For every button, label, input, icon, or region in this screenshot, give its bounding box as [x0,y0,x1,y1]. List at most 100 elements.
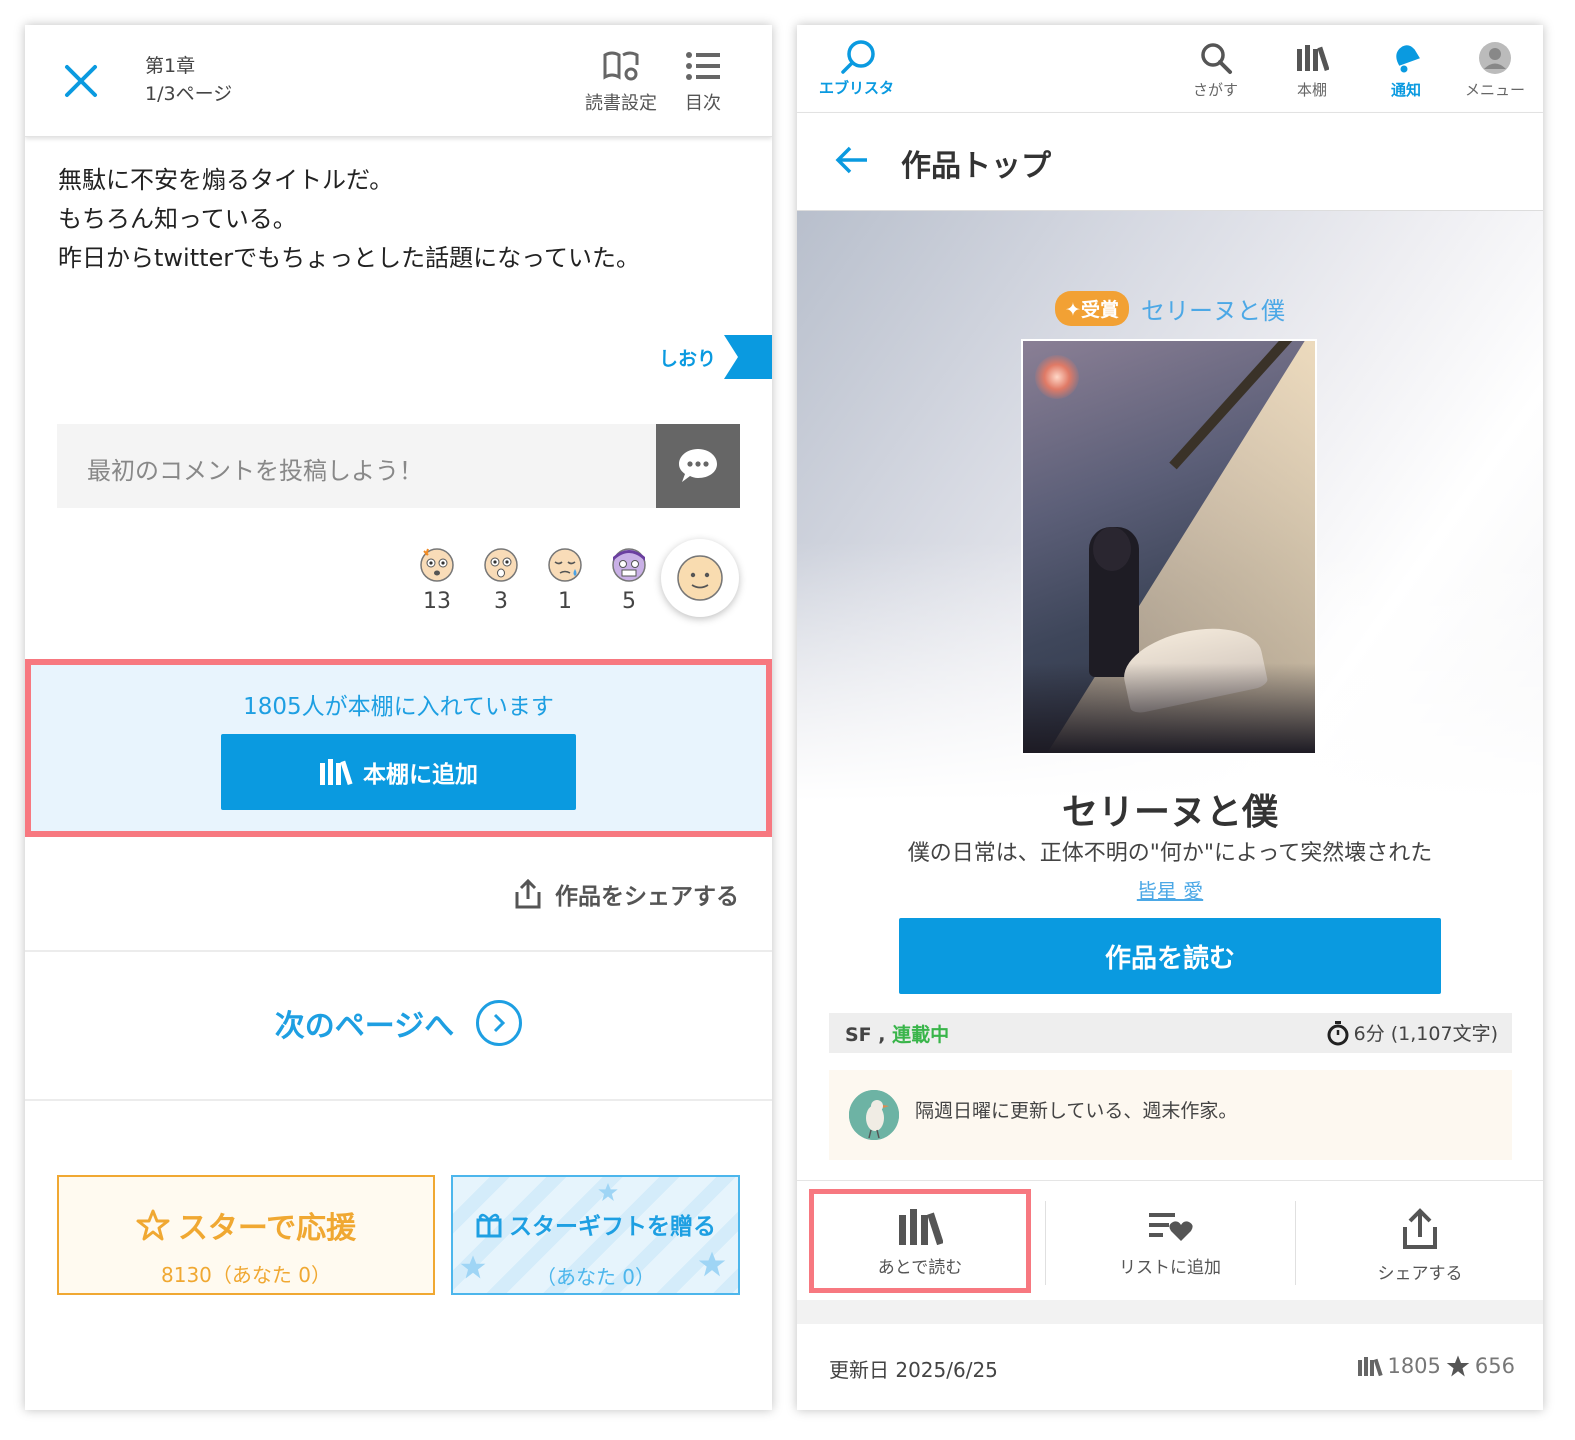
bookmark-button[interactable]: しおり [659,335,772,379]
cover-lamp [1035,355,1079,399]
comment-placeholder: 最初のコメントを投稿しよう！ [87,457,423,485]
star-gift-button[interactable]: スターギフトを贈る （あなた 0） [451,1175,740,1295]
text-line: 昨日からtwitterでもちょっとした話題になっていた。 [58,244,640,272]
work-footer: 更新日 2025/6/25 1805 656 [797,1324,1543,1410]
nav-menu[interactable]: メニュー [1465,41,1525,100]
site-header: エブリスタ さがす 本棚 通知 メニュー [797,25,1543,113]
reaction-count: 5 [622,589,636,614]
genre-separator: , [871,1024,893,1046]
site-logo[interactable]: エブリスタ [819,39,894,98]
updated-date: 更新日 2025/6/25 [829,1358,998,1382]
next-page-button[interactable]: 次のページへ [25,1000,772,1046]
read-later-highlight [809,1189,1031,1293]
author-avatar[interactable] [849,1090,899,1140]
bookshelf-icon [1358,1357,1384,1376]
stars-total: 656 [1474,1354,1515,1378]
search-icon [1200,43,1232,74]
gift-icon [476,1213,502,1238]
share-work-label: 作品をシェアする [555,884,739,910]
read-time: 6分 (1,107文字) [1326,1019,1498,1046]
award-work-link[interactable]: セリーヌと僕 [1141,291,1285,326]
bird-avatar-icon [849,1090,899,1140]
add-to-list-label: リストに追加 [1119,1258,1221,1278]
next-page-label: 次のページへ [274,1009,455,1044]
action-divider [1295,1201,1296,1285]
reaction-item[interactable]: 13 [405,545,469,614]
smile-face-icon [677,555,723,601]
speech-bubble-icon [679,449,717,482]
chevron-right-icon [476,1000,523,1046]
cover-figure-head [1093,527,1131,571]
text-line: 無駄に不安を煽るタイトルだ。 [58,166,394,194]
bell-icon [1396,45,1420,73]
reaction-list: 13 3 1 5 [405,545,661,614]
bookshelf-total: 1805 [1387,1354,1441,1378]
status-badge: 連載中 [892,1024,950,1046]
bookshelf-icon [1297,45,1329,72]
reaction-item[interactable]: 1 [533,545,597,614]
list-heart-icon [1149,1213,1193,1241]
close-button[interactable] [63,63,99,99]
page-title-bar: 作品トップ [797,113,1543,211]
star-decoration-icon [598,1182,618,1202]
reader-panel: 第1章 1/3ページ 読書設定 目次 無駄に不安を煽るタイトルだ。 もちろん知っ… [25,25,772,1410]
nav-menu-label: メニュー [1465,81,1526,99]
novel-body: 無駄に不安を煽るタイトルだ。 もちろん知っている。 昨日からtwitterでもち… [58,161,640,278]
add-reaction-button[interactable] [661,539,739,617]
chapter-info: 第1章 1/3ページ [145,52,232,108]
star-outline-icon [136,1209,170,1241]
action-divider [1045,1201,1046,1285]
back-button[interactable] [835,145,869,179]
bookmark-ribbon-icon [724,335,772,379]
cover-floor [1023,663,1315,753]
award-badge: ✦受賞 [1055,291,1129,326]
star-support-button[interactable]: スターで応援 8130（あなた 0） [57,1175,435,1295]
add-to-bookshelf-button[interactable]: 本棚に追加 [221,734,576,810]
arrow-left-icon [835,146,867,174]
nav-notifications-label: 通知 [1390,81,1421,99]
comment-field[interactable]: 最初のコメントを投稿しよう！ [57,424,740,508]
section-gap [797,1300,1543,1324]
cover-image[interactable] [1021,339,1317,755]
logo-mark-icon [840,40,875,74]
read-work-button[interactable]: 作品を読む [899,918,1441,994]
reaction-count: 3 [494,589,508,614]
bookshelf-count: 1805人が本棚に入れています [243,694,554,720]
comment-send-button[interactable] [656,424,740,508]
author-note: 隔週日曜に更新している、週末作家。 [829,1070,1512,1160]
reaction-count: 13 [423,589,451,614]
nav-bookshelf[interactable]: 本棚 [1295,41,1329,100]
share-label: シェアする [1377,1264,1463,1284]
chapter-title: 第1章 [145,55,196,77]
nav-notifications[interactable]: 通知 [1389,41,1423,100]
reaction-count: 1 [558,589,572,614]
work-meta-bar: SF , 連載中 6分 (1,107文字) [829,1013,1512,1053]
reaction-item[interactable]: 3 [469,545,533,614]
share-work-button[interactable]: 作品をシェアする [513,877,739,911]
add-to-list-button[interactable]: リストに追加 [1059,1181,1281,1301]
work-catchphrase: 僕の日常は、正体不明の"何か"によって突然壊された [907,841,1433,866]
bookshelf-icon [320,759,353,785]
genre-label[interactable]: SF [845,1024,872,1046]
author-message: 隔週日曜に更新している、週末作家。 [915,1100,1238,1122]
nav-bookshelf-label: 本棚 [1296,81,1327,99]
author-link[interactable]: 皆星 愛 [797,875,1543,904]
work-hero: ✦受賞 セリーヌと僕 [797,211,1543,801]
star-support-count: 8130（あなた 0） [161,1263,331,1287]
reaction-item[interactable]: 5 [597,545,661,614]
award-row: ✦受賞 セリーヌと僕 [797,291,1543,326]
reading-settings-button[interactable]: 読書設定 [585,49,657,115]
close-icon [65,65,97,97]
star-gift-count: （あなた 0） [535,1265,656,1289]
surprised-face-icon [420,548,454,582]
nav-search[interactable]: さがす [1193,41,1238,100]
share-button[interactable]: シェアする [1309,1181,1531,1301]
nav-search-label: さがす [1193,81,1239,99]
text-line: もちろん知っている。 [58,205,297,233]
user-icon [1479,42,1511,74]
work-top-panel: エブリスタ さがす 本棚 通知 メニュー 作品トップ ✦受賞 セリーヌと僕 セリ… [797,25,1543,1410]
share-icon [515,878,541,909]
logo-text: エブリスタ [819,79,895,97]
book-gear-icon [603,51,639,81]
toc-button[interactable]: 目次 [685,49,721,115]
